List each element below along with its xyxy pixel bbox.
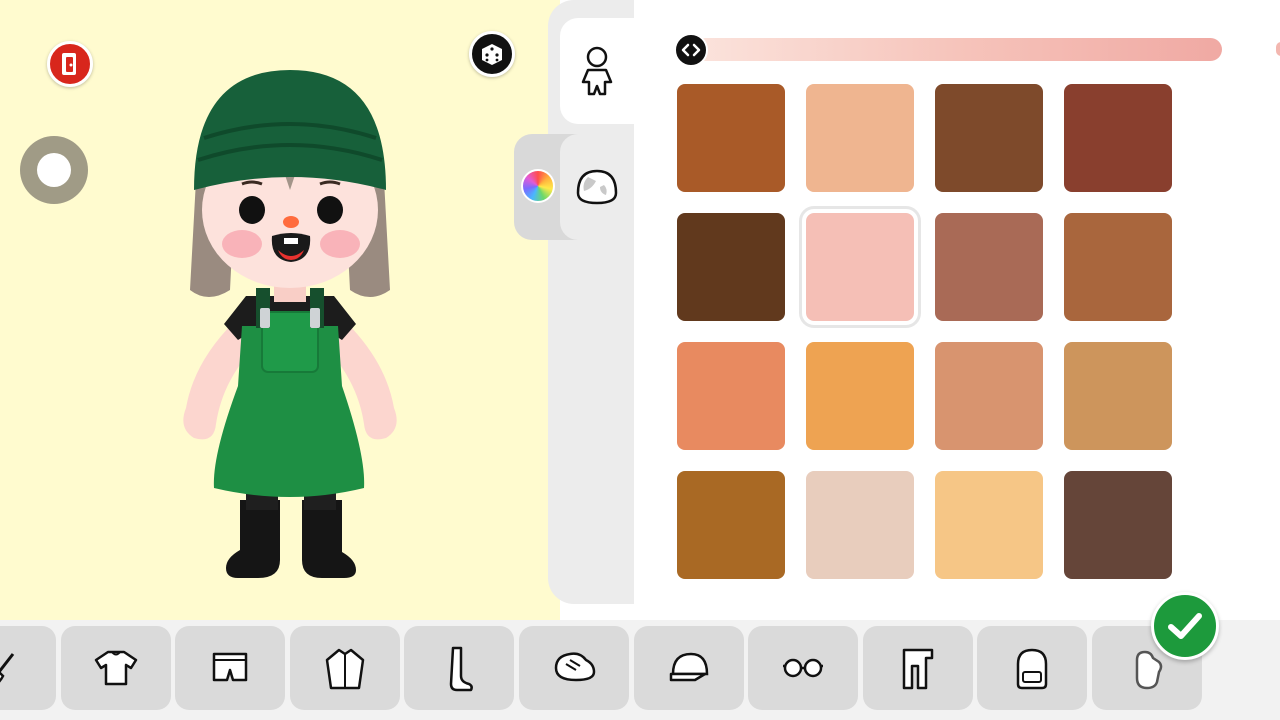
skin-swatch[interactable] [935,84,1043,192]
category-makeup[interactable] [0,626,56,710]
skin-swatch[interactable] [802,209,918,325]
tshirt-icon [94,650,137,686]
skin-swatch[interactable] [677,342,785,450]
skin-swatch[interactable] [806,84,914,192]
scarf-icon [902,648,934,690]
skin-swatch[interactable] [677,471,785,579]
skin-swatch[interactable] [1064,84,1172,192]
tab-body[interactable] [560,18,634,124]
tone-slider-track[interactable] [694,38,1222,61]
category-outerwear[interactable] [289,626,400,710]
category-hats[interactable] [633,626,744,710]
brush-icon [0,653,15,683]
shoe-icon [554,652,596,682]
skin-swatch[interactable] [806,471,914,579]
tone-slider-next-edge [1276,42,1280,56]
dice-icon [482,44,502,65]
skin-swatch[interactable] [677,84,785,192]
category-bags[interactable] [977,626,1088,710]
tab-head[interactable] [560,134,634,240]
category-scarves[interactable] [862,626,973,710]
tone-slider-thumb[interactable] [674,33,708,67]
cap-icon [669,652,708,682]
color-wheel-icon [521,169,555,203]
avatar-editor-screen [0,0,1280,720]
category-glasses[interactable] [748,626,859,710]
avatar-preview-area [0,0,560,620]
avatar-figure[interactable] [150,60,430,590]
skin-swatch[interactable] [935,342,1043,450]
category-shoes[interactable] [519,626,629,710]
checkmark-icon [1168,613,1202,639]
sock-icon [450,646,474,692]
skin-swatch-grid [677,84,1177,584]
glasses-icon [783,658,824,678]
skin-swatch[interactable] [935,471,1043,579]
head-shape-icon [576,169,618,205]
arrows-left-right-icon [681,43,701,57]
jacket-icon [325,648,365,690]
category-socks[interactable] [404,626,515,710]
category-tops[interactable] [60,626,171,710]
skin-swatch[interactable] [677,213,785,321]
exit-door-icon [62,53,76,75]
rotate-handle[interactable] [20,136,88,204]
skin-swatch[interactable] [1064,471,1172,579]
category-bottoms[interactable] [175,626,286,710]
exit-button[interactable] [47,41,93,87]
rotate-handle-icon [37,153,71,187]
skin-swatch[interactable] [806,342,914,450]
randomize-button[interactable] [469,31,515,77]
confirm-button[interactable] [1151,592,1219,660]
backpack-icon [1017,648,1048,690]
body-figure-icon [581,46,613,96]
shorts-icon [212,652,248,682]
skin-swatch[interactable] [1064,342,1172,450]
skin-swatch[interactable] [935,213,1043,321]
skin-swatch[interactable] [1064,213,1172,321]
